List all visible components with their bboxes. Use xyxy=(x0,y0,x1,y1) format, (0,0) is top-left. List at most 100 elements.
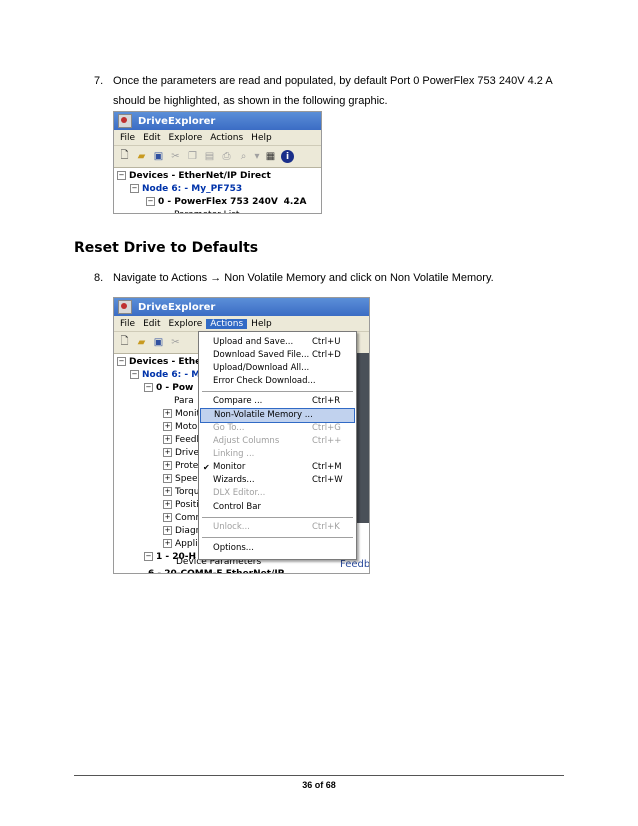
tree-child[interactable]: + Drive xyxy=(114,447,200,460)
actions-dropdown-menu: Upload and Save... Ctrl+U Download Saved … xyxy=(198,331,357,560)
collapse-icon[interactable]: − xyxy=(144,552,153,561)
app-icon xyxy=(118,300,132,314)
collapse-icon[interactable]: − xyxy=(117,171,126,180)
copy-icon[interactable]: ❐ xyxy=(186,150,199,163)
tree-port-0[interactable]: −0 - PowerFlex 753 240V 4.2A xyxy=(114,196,321,209)
menu-item-compare[interactable]: Compare ... Ctrl+R xyxy=(200,395,355,408)
tree-parameter-list[interactable]: Parameter List xyxy=(114,209,321,213)
menu-actions[interactable]: Actions xyxy=(206,318,248,329)
menu-item-unlock[interactable]: Unlock... Ctrl+K xyxy=(200,521,355,534)
tree-child[interactable]: +Comm xyxy=(114,512,200,525)
tree-child[interactable]: + Positi xyxy=(114,499,200,512)
paste-icon[interactable]: ▤ xyxy=(203,150,216,163)
menu-item-dlx-editor[interactable]: DLX Editor... xyxy=(200,487,355,500)
save-icon[interactable]: ▣ xyxy=(152,150,165,163)
menu-separator xyxy=(202,537,353,539)
menu-item-adjust-columns[interactable]: Adjust Columns Ctrl++ xyxy=(200,435,355,448)
menu-help[interactable]: Help xyxy=(247,133,276,143)
menu-edit[interactable]: Edit xyxy=(139,319,164,329)
menu-item-go-to[interactable]: Go To... Ctrl+G xyxy=(200,422,355,435)
tree-node-6[interactable]: − Node 6: - My_PF753 xyxy=(114,183,321,196)
open-folder-icon[interactable]: ▰ xyxy=(135,336,148,349)
tree-child[interactable]: + Torqu xyxy=(114,486,200,499)
expand-icon[interactable]: + xyxy=(163,435,172,444)
tree-child[interactable]: + Motor xyxy=(114,421,200,434)
print-icon[interactable]: ⎙ xyxy=(220,150,233,163)
expand-icon[interactable]: + xyxy=(163,461,172,470)
window-title: DriveExplorer xyxy=(138,115,216,127)
right-pane-label: Feedb xyxy=(340,559,370,570)
tree-child[interactable]: + Feedb xyxy=(114,434,200,447)
step-7-text-line2: should be highlighted, as shown in the f… xyxy=(113,95,388,107)
expand-icon[interactable]: + xyxy=(163,448,172,457)
expand-icon[interactable]: + xyxy=(163,539,172,548)
tree-port-0[interactable]: −0 - Pow xyxy=(114,382,200,395)
menu-item-non-volatile-memory[interactable]: Non-Volatile Memory ... xyxy=(200,408,355,423)
cut-icon[interactable]: ✂ xyxy=(169,150,182,163)
window-title: DriveExplorer xyxy=(138,301,216,313)
menu-file[interactable]: File xyxy=(116,133,139,143)
tree-devices[interactable]: − Devices - Ether xyxy=(114,356,200,369)
menu-item-control-bar[interactable]: Control Bar xyxy=(200,501,355,514)
expand-icon[interactable]: + xyxy=(163,487,172,496)
menu-actions[interactable]: Actions xyxy=(206,133,247,143)
menu-item-options[interactable]: Options... xyxy=(200,542,355,555)
menu-help[interactable]: Help xyxy=(247,319,276,329)
menu-bar: File Edit Explore Actions Help xyxy=(114,130,321,146)
expand-icon[interactable]: + xyxy=(163,500,172,509)
collapse-icon[interactable]: − xyxy=(130,184,139,193)
tree-node-6[interactable]: − Node 6: - My xyxy=(114,369,200,382)
menu-separator xyxy=(202,517,353,519)
open-folder-icon[interactable]: ▰ xyxy=(135,150,148,163)
collapse-icon[interactable]: − xyxy=(144,383,153,392)
menu-item-upload-download-all[interactable]: Upload/Download All... xyxy=(200,362,355,375)
tree-child[interactable]: Para xyxy=(114,395,200,408)
tree-child[interactable]: +Speed xyxy=(114,473,200,486)
new-file-icon[interactable]: 🗋 xyxy=(118,336,131,349)
step-8-number: 8. xyxy=(94,272,104,284)
driveexplorer-screenshot-1: DriveExplorer File Edit Explore Actions … xyxy=(113,111,322,214)
tree-child[interactable]: + Prote xyxy=(114,460,200,473)
tree-port-6[interactable]: 6 - 20-COMM-E EtherNet/IP xyxy=(148,568,284,573)
right-pane xyxy=(356,353,369,523)
dropdown-arrow-icon[interactable]: ▾ xyxy=(254,150,260,163)
toolbar: 🗋 ▰ ▣ ✂ ❐ ▤ ⎙ ⌕ ▾ ▦ i xyxy=(114,146,321,168)
collapse-icon[interactable]: − xyxy=(130,370,139,379)
menu-file[interactable]: File xyxy=(116,319,139,329)
tree-child[interactable]: + Monit xyxy=(114,408,200,421)
menu-explore[interactable]: Explore xyxy=(165,319,207,329)
section-heading: Reset Drive to Defaults xyxy=(74,240,259,256)
cut-icon[interactable]: ✂ xyxy=(169,336,182,349)
tree-devices[interactable]: − Devices - EtherNet/IP Direct xyxy=(114,170,321,183)
menu-item-error-check-download[interactable]: Error Check Download... xyxy=(200,375,355,388)
menu-explore[interactable]: Explore xyxy=(165,133,207,143)
tree-child[interactable]: + Diagn xyxy=(114,525,200,538)
menu-edit[interactable]: Edit xyxy=(139,133,164,143)
menu-item-monitor[interactable]: ✔ Monitor Ctrl+M xyxy=(200,461,355,474)
collapse-icon[interactable]: − xyxy=(117,357,126,366)
app-icon xyxy=(118,114,132,128)
expand-icon[interactable]: + xyxy=(163,422,172,431)
collapse-icon[interactable]: − xyxy=(146,197,155,206)
footer-rule xyxy=(74,775,564,776)
report-icon[interactable]: ▦ xyxy=(264,150,277,163)
save-icon[interactable]: ▣ xyxy=(152,336,165,349)
window-titlebar[interactable]: DriveExplorer xyxy=(114,298,369,316)
menu-item-wizards[interactable]: Wizards... Ctrl+W xyxy=(200,474,355,487)
expand-icon[interactable]: + xyxy=(163,526,172,535)
menu-item-download-saved-file[interactable]: Download Saved File... Ctrl+D xyxy=(200,349,355,362)
expand-icon[interactable]: + xyxy=(163,513,172,522)
expand-icon[interactable]: + xyxy=(163,474,172,483)
info-icon[interactable]: i xyxy=(281,150,294,163)
window-titlebar[interactable]: DriveExplorer xyxy=(114,112,321,130)
expand-icon[interactable]: + xyxy=(163,409,172,418)
device-tree: − Devices - Ether − Node 6: - My −0 - Pow … xyxy=(114,354,200,564)
step-7-text-line1: Once the parameters are read and populat… xyxy=(113,75,553,87)
checkmark-icon: ✔ xyxy=(203,463,210,472)
menu-item-linking[interactable]: Linking ... xyxy=(200,448,355,461)
step-7-number: 7. xyxy=(94,75,104,87)
search-icon[interactable]: ⌕ xyxy=(237,150,250,163)
tree-child[interactable]: + Applic xyxy=(114,538,200,551)
new-file-icon[interactable]: 🗋 xyxy=(118,150,131,163)
menu-item-upload-and-save[interactable]: Upload and Save... Ctrl+U xyxy=(200,336,355,349)
